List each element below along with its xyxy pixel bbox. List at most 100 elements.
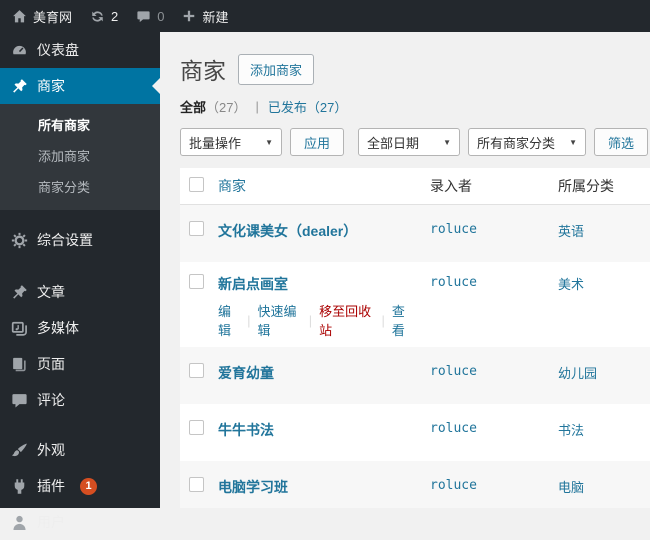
category-link[interactable]: 美术 (558, 277, 584, 292)
row-actions: 编辑 | 快速编辑 | 移至回收站 | 查看 (218, 301, 414, 339)
sidebar-item-posts[interactable]: 文章 (0, 274, 160, 310)
submenu-item-merchant-categories[interactable]: 商家分类 (0, 171, 160, 202)
action-separator: | (247, 312, 251, 328)
admin-bar: 美育网 2 0 新建 (0, 0, 650, 32)
admin-sidebar: 仪表盘 商家 所有商家 添加商家 商家分类 综合设置 文章 多媒体 页面 评论 … (0, 32, 160, 530)
table-row: 文化课美女（dealer） roluce 英语 (180, 204, 650, 262)
view-filters: 全部（27） | 已发布（27） (180, 97, 650, 116)
sidebar-item-label: 文章 (37, 284, 65, 300)
gear-icon (11, 232, 28, 249)
site-link[interactable]: 美育网 (12, 7, 72, 26)
author-link[interactable]: roluce (430, 364, 477, 379)
merchant-name-link[interactable]: 文化课美女（dealer） (218, 223, 357, 239)
comments-count: 0 (157, 8, 165, 24)
column-header-name[interactable]: 商家 (218, 178, 246, 194)
view-published-link[interactable]: 已发布（27） (268, 97, 347, 116)
merchant-name-link[interactable]: 电脑学习班 (218, 479, 288, 495)
media-icon (11, 320, 28, 337)
merchants-table: 商家 录入者 所属分类 文化课美女（dealer） roluce 英语 新启点画… (180, 168, 650, 508)
view-all-count: （27） (206, 100, 247, 115)
row-checkbox[interactable] (189, 420, 204, 435)
submenu-item-all-merchants[interactable]: 所有商家 (0, 109, 160, 140)
row-checkbox[interactable] (189, 363, 204, 378)
pushpin-icon (11, 78, 28, 95)
sidebar-item-media[interactable]: 多媒体 (0, 310, 160, 346)
updates-link[interactable]: 2 (90, 9, 118, 24)
date-filter-select[interactable]: 全部日期 ▼ (358, 128, 461, 156)
table-row: 电脑学习班 roluce 电脑 (180, 461, 650, 508)
merchant-name-link[interactable]: 牛牛书法 (218, 422, 274, 438)
table-toolbar: 批量操作 ▼ 应用 全部日期 ▼ 所有商家分类 ▼ 筛选 (180, 128, 650, 156)
category-link[interactable]: 幼儿园 (558, 366, 597, 381)
author-link[interactable]: roluce (430, 275, 477, 290)
chevron-down-icon: ▼ (569, 137, 578, 147)
new-content-label: 新建 (202, 9, 229, 25)
author-link[interactable]: roluce (430, 421, 477, 436)
author-link[interactable]: roluce (430, 222, 477, 237)
comments-link[interactable]: 0 (136, 9, 164, 24)
category-link[interactable]: 电脑 (558, 480, 584, 495)
dashboard-icon (11, 42, 28, 59)
row-checkbox[interactable] (189, 221, 204, 236)
sidebar-item-dashboard[interactable]: 仪表盘 (0, 32, 160, 68)
category-filter-select[interactable]: 所有商家分类 ▼ (468, 128, 587, 156)
chevron-down-icon: ▼ (265, 137, 273, 147)
sidebar-item-comments[interactable]: 评论 (0, 382, 160, 418)
table-row: 新启点画室 编辑 | 快速编辑 | 移至回收站 | 查看 roluce 美术 (180, 262, 650, 347)
sidebar-item-label: 多媒体 (37, 320, 79, 336)
merchants-submenu: 所有商家 添加商家 商家分类 (0, 104, 160, 210)
bulk-actions-select[interactable]: 批量操作 ▼ (180, 128, 282, 156)
column-header-category: 所属分类 (550, 168, 650, 205)
home-icon (12, 9, 27, 24)
view-all-label[interactable]: 全部 (180, 100, 206, 115)
quick-edit-link[interactable]: 快速编辑 (258, 301, 302, 339)
sidebar-item-plugins[interactable]: 插件 1 (0, 468, 160, 504)
plug-icon (11, 478, 28, 495)
row-checkbox[interactable] (189, 274, 204, 289)
column-header-author: 录入者 (422, 168, 550, 205)
table-header-row: 商家 录入者 所属分类 (180, 168, 650, 205)
sidebar-item-settings[interactable]: 综合设置 (0, 222, 160, 258)
page-title: 商家 (180, 58, 226, 84)
category-link[interactable]: 书法 (558, 423, 584, 438)
author-link[interactable]: roluce (430, 478, 477, 493)
action-separator: | (381, 312, 385, 328)
updates-icon (90, 9, 105, 24)
site-name: 美育网 (33, 9, 73, 25)
merchant-name-link[interactable]: 新启点画室 (218, 276, 288, 292)
category-link[interactable]: 英语 (558, 224, 584, 239)
sidebar-item-pages[interactable]: 页面 (0, 346, 160, 382)
sidebar-item-appearance[interactable]: 外观 (0, 432, 160, 468)
comment-icon (136, 9, 151, 24)
submenu-item-add-merchant[interactable]: 添加商家 (0, 140, 160, 171)
select-all-checkbox[interactable] (189, 177, 204, 192)
main-content: 商家 添加商家 全部（27） | 已发布（27） 批量操作 ▼ 应用 全部日期 … (160, 32, 650, 508)
merchant-name-link[interactable]: 爱育幼童 (218, 365, 274, 381)
edit-link[interactable]: 编辑 (218, 301, 240, 339)
chevron-down-icon: ▼ (443, 137, 452, 147)
trash-link[interactable]: 移至回收站 (319, 301, 374, 339)
brush-icon (11, 442, 28, 459)
sidebar-item-label: 用户 (37, 514, 65, 530)
add-merchant-button[interactable]: 添加商家 (238, 53, 315, 85)
view-separator: | (255, 99, 259, 114)
sidebar-item-users[interactable]: 用户 (0, 504, 160, 540)
plus-icon (182, 9, 196, 23)
comment-icon (11, 392, 28, 409)
sidebar-item-label: 商家 (37, 78, 65, 94)
apply-button[interactable]: 应用 (290, 128, 345, 156)
pages-icon (11, 356, 28, 373)
sidebar-item-merchants[interactable]: 商家 (0, 68, 160, 104)
sidebar-item-label: 插件 (37, 478, 65, 494)
row-checkbox[interactable] (189, 477, 204, 492)
table-row: 牛牛书法 roluce 书法 (180, 404, 650, 461)
sidebar-item-label: 外观 (37, 442, 65, 458)
new-content-link[interactable]: 新建 (182, 7, 229, 26)
table-row: 爱育幼童 roluce 幼儿园 (180, 347, 650, 404)
sidebar-item-label: 仪表盘 (37, 42, 79, 58)
pushpin-icon (11, 284, 28, 301)
sidebar-item-label: 页面 (37, 356, 65, 372)
plugins-update-badge: 1 (80, 477, 97, 495)
filter-button[interactable]: 筛选 (594, 128, 649, 156)
view-link[interactable]: 查看 (392, 301, 414, 339)
